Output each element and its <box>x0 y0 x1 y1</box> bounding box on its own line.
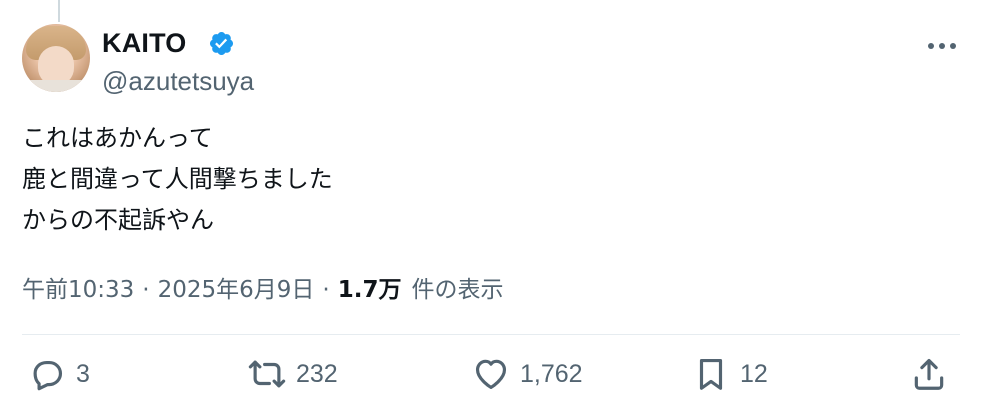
tweet-text: これはあかんって 鹿と間違って人間撃ちました からの不起訴やん <box>22 118 333 241</box>
bookmark-button[interactable]: 12 <box>692 350 768 398</box>
tweet-line: 鹿と間違って人間撃ちました <box>22 165 333 193</box>
meta-separator: · <box>142 277 150 303</box>
verified-badge-icon <box>209 31 234 56</box>
tweet-time[interactable]: 午前10:33 <box>22 270 134 304</box>
thread-connector-line <box>58 0 60 22</box>
retweet-icon <box>248 360 286 388</box>
retweet-count: 232 <box>296 359 338 388</box>
like-button[interactable]: 1,762 <box>472 350 583 398</box>
reply-icon <box>33 361 63 391</box>
heart-icon <box>475 359 507 390</box>
bookmark-count: 12 <box>740 359 768 388</box>
meta-separator: · <box>322 277 330 303</box>
retweet-button[interactable]: 232 <box>248 350 338 398</box>
reply-count: 3 <box>76 359 90 388</box>
avatar[interactable] <box>22 24 90 92</box>
user-handle[interactable]: @azutetsuya <box>102 66 254 97</box>
tweet-meta: 午前10:33 · 2025年6月9日 · 1.7万 件の表示 <box>22 270 503 304</box>
action-bar: 3 232 1,762 12 <box>0 350 986 398</box>
views-label: 件の表示 <box>411 277 504 303</box>
views-count[interactable]: 1.7万 <box>338 270 402 304</box>
tweet-date[interactable]: 2025年6月9日 <box>158 270 315 304</box>
bookmark-icon <box>699 358 723 390</box>
share-button[interactable] <box>910 350 948 398</box>
tweet-line: からの不起訴やん <box>22 206 214 234</box>
more-options-icon[interactable] <box>922 36 962 56</box>
like-count: 1,762 <box>520 359 583 388</box>
tweet-line: これはあかんって <box>22 124 213 152</box>
divider <box>22 334 960 335</box>
display-name[interactable]: KAITO <box>102 28 187 59</box>
reply-button[interactable]: 3 <box>28 350 90 398</box>
share-icon <box>914 358 944 390</box>
